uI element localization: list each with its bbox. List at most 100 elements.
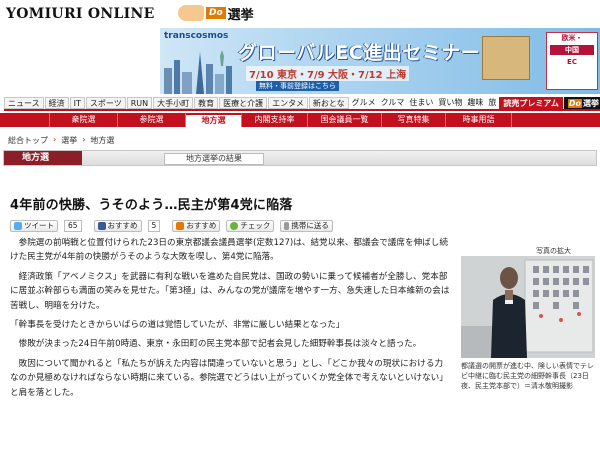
category-nav-item[interactable]: 買い物 [436,97,464,109]
tweet-count: 65 [64,220,82,232]
category-nav-item[interactable]: 読売プレミアム [499,97,563,109]
article-headline: 4年前の快勝、うそのよう…民主が第4党に陥落 [10,198,293,213]
category-nav-label: 大手小町 [157,99,190,108]
category-nav-item[interactable]: 大手小町 [153,97,194,109]
category-nav-item[interactable]: 旅 [486,97,498,109]
article-paragraph: 惨敗が決まった24日午前0時過、東京・永田町の民主党本部で記者会見した細野幹事長… [18,339,422,350]
section-header: 地方選 地方選挙の結果 [3,150,597,166]
do-election-label: 選挙 [227,7,254,23]
chevron-right-icon: › [53,135,57,144]
category-nav-label: クルマ [380,98,405,107]
photo-zoom-label: 写真の拡大 [536,247,571,255]
banner-side-line: 中国 [550,45,594,55]
category-nav-item[interactable]: 経済 [44,97,69,109]
category-nav-item[interactable]: 新おとな [308,97,349,109]
banner-brand: transcosmos [164,31,229,41]
category-nav-item[interactable]: グルメ [350,97,378,109]
category-nav-label: 医療と介護 [223,99,264,108]
category-nav-label: 趣味 [467,98,484,107]
category-nav: ニュース 経済 IT スポーツ RUN 大手小町 教育 医療と介護 エンタメ 新おとな グルメ クルマ… [4,97,600,111]
category-nav-item[interactable]: Do 選挙 [563,97,600,109]
social-share-bar: ツイート 65 おすすめ 5 おすすめ チェック 携帯に送る [10,220,333,232]
article-paragraph: 敗因について聞かれると「私たちが訴えた内容は間違っていないと思う」とし、「どこか… [10,358,448,398]
breadcrumb-item[interactable]: 総合トップ [8,135,48,146]
category-nav-label: 選挙 [583,99,599,108]
tweet-label: ツイート [24,221,54,230]
breadcrumb-item[interactable]: 選挙 [61,135,77,146]
category-nav-label: 経済 [48,99,65,108]
do-badge: Do [206,7,226,19]
site-header: YOMIURI ONLINE Do 選挙 [0,0,600,28]
election-tab[interactable]: 時事用語 [446,113,512,127]
hand-icon [178,5,204,21]
banner-register-note[interactable]: 無料・事前登録はこちら [256,81,339,91]
category-nav-item[interactable]: 医療と介護 [219,97,268,109]
article-paragraph: 参院選の前哨戦と位置付けられた23日の東京都議会議員選挙(定数127)は、結党以… [10,238,448,263]
election-tab[interactable]: 写真特集 [382,113,446,127]
category-nav-item[interactable]: エンタメ [268,97,308,109]
site-logo[interactable]: YOMIURI ONLINE [6,6,155,22]
article-body: 参院選の前哨戦と位置付けられた23日の東京都議会議員選挙(定数127)は、結党以… [10,236,450,405]
tweet-button[interactable]: ツイート [10,220,58,232]
recommend-icon [97,222,106,230]
local-election-results-link[interactable]: 地方選挙の結果 [164,153,264,165]
check-icon [230,222,239,230]
photo-zoom-link[interactable]: 写真の拡大 [536,246,571,256]
check-button[interactable]: チェック [226,220,275,232]
send-to-mobile-label: 携帯に送る [291,221,329,230]
news-photo-image [461,256,595,358]
section-title: 地方選 [4,151,82,165]
recommend-count: 5 [147,220,161,232]
breadcrumb: 総合トップ › 選挙 › 地方選 [8,135,114,146]
election-tab[interactable]: 内閣支持率 [242,113,308,127]
chevron-right-icon: › [82,135,86,144]
category-nav-label: グルメ [351,98,376,107]
banner-side-panel: 欧米・ 中国 EC [546,32,598,90]
category-nav-item[interactable]: IT [69,97,85,109]
category-nav-label: ニュース [8,99,40,108]
category-nav-item[interactable]: 趣味 [465,97,485,109]
banner-side-line: 欧米・ [561,34,583,42]
category-nav-item[interactable]: 住まい [407,97,435,109]
election-tab[interactable]: 国会議員一覧 [308,113,382,127]
do-election-logo[interactable]: Do 選挙 [178,4,254,23]
category-nav-label: 買い物 [438,98,463,107]
category-nav-label: 読売プレミアム [503,99,559,108]
recommend-button[interactable]: おすすめ [93,220,142,232]
article-paragraph: 「幹事長を受けたときからいばらの道は覚悟していたが、非常に厳しい結果となった」 [10,320,345,331]
category-nav-item[interactable]: クルマ [379,97,407,109]
photo-caption: 都議選の開票が進む中、険しい表情でテレビ中継に臨む民主党の細野幹事長（23日夜、… [461,362,594,390]
election-tab-active[interactable]: 地方選 [186,113,242,127]
category-nav-label: 旅 [488,98,497,107]
banner-title: グローバルEC進出セミナー [238,42,481,64]
check-label: チェック [240,221,271,230]
article-paragraph: 経済政策「アベノミクス」を武器に有利な戦いを進めた自民党は、国政の勢いに乗って候… [10,271,450,311]
send-to-mobile-button[interactable]: 携帯に送る [280,220,333,232]
category-nav-label: RUN [130,99,149,108]
category-nav-label: 住まい [409,98,434,107]
cardboard-box-icon [482,36,530,80]
category-nav-label: 新おとな [312,99,345,108]
recommend2-label: おすすめ [186,221,217,230]
recommend2-button[interactable]: おすすめ [172,220,221,232]
twitter-bird-icon [14,222,22,230]
banner-dates: 7/10 東京・7/9 大阪・7/12 上海 [246,66,410,81]
ad-banner[interactable]: transcosmos グローバルEC進出セミナー 7/10 東京・7/9 大阪… [160,28,600,94]
category-nav-item[interactable]: スポーツ [85,97,126,109]
category-nav-item[interactable]: ニュース [4,97,44,109]
election-nav: 衆院選 参院選 地方選 内閣支持率 国会議員一覧 写真特集 時事用語 [0,113,600,127]
election-tab[interactable] [0,113,50,127]
category-nav-item[interactable]: RUN [126,97,153,109]
election-tab[interactable]: 参院選 [118,113,186,127]
city-skyline-icon [164,50,232,94]
category-nav-label: スポーツ [89,99,122,108]
breadcrumb-item[interactable]: 地方選 [90,135,114,146]
article-photo[interactable] [461,256,595,358]
category-nav-label: IT [73,99,81,108]
mobile-phone-icon [284,222,290,230]
do-badge: Do [567,99,582,108]
banner-side-line: EC [567,58,577,66]
election-tab[interactable]: 衆院選 [50,113,118,127]
thumbs-up-icon [176,222,185,230]
category-nav-item[interactable]: 教育 [194,97,219,109]
